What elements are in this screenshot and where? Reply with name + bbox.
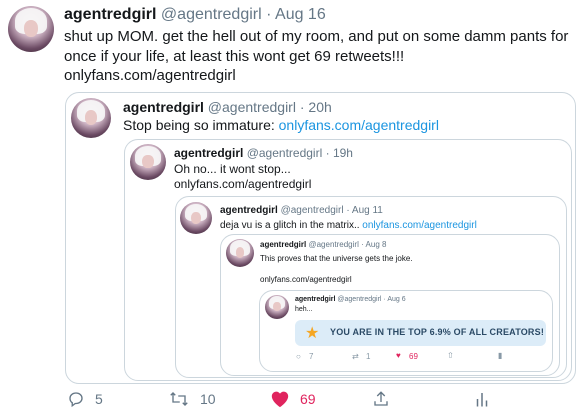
tweet-header: agentredgirl @agentredgirl · Aug 16	[64, 6, 326, 23]
author-handle[interactable]: @agentredgirl	[161, 6, 262, 23]
share-icon	[374, 391, 388, 406]
banner-text: YOU ARE IN THE TOP 6.9% OF ALL CREATORS!	[330, 327, 545, 337]
author-name[interactable]: agentredgirl	[220, 205, 278, 216]
quote4-link[interactable]: onlyfans.com/agentredgirl	[260, 275, 352, 284]
reply-count: 7	[309, 352, 314, 361]
star-icon: ★	[305, 325, 320, 342]
avatar[interactable]	[71, 98, 111, 138]
retweet-count: 10	[200, 391, 216, 407]
avatar[interactable]	[226, 239, 254, 267]
tweet-date[interactable]: Aug 6	[387, 296, 405, 303]
analytics-icon	[476, 393, 488, 407]
reply-count: 5	[95, 391, 103, 407]
avatar[interactable]	[8, 6, 54, 52]
author-handle[interactable]: @agentredgirl	[308, 240, 358, 249]
retweet-icon	[170, 392, 188, 406]
tweet-text: shut up MOM. get the hell out of my room…	[64, 28, 569, 65]
like-button[interactable]: 69	[270, 390, 316, 408]
retweet-count: 1	[366, 352, 371, 361]
author-name[interactable]: agentredgirl	[174, 146, 243, 160]
retweet-button[interactable]: 10	[168, 390, 216, 408]
quote3-text-line: deja vu is a glitch in the matrix.. only…	[220, 220, 477, 231]
reply-icon	[69, 392, 83, 408]
avatar[interactable]	[180, 202, 212, 234]
heart-icon	[271, 391, 289, 408]
quote2-header: agentredgirl @agentredgirl · 19h	[174, 146, 353, 160]
share-icon[interactable]: ⇧	[447, 351, 454, 360]
quote3-header: agentredgirl @agentredgirl · Aug 11	[220, 205, 383, 216]
reply-button[interactable]: 5	[67, 390, 103, 408]
avatar[interactable]	[130, 144, 166, 180]
quote5-header: agentredgirl @agentredgirl · Aug 6	[295, 296, 406, 303]
quote1-text: Stop being so immature:	[123, 117, 275, 133]
author-name[interactable]: agentredgirl	[123, 99, 204, 115]
heart-icon[interactable]: ♥	[396, 351, 401, 360]
quote1-header: agentredgirl @agentredgirl · 20h	[123, 99, 332, 115]
tweet-date[interactable]: 20h	[308, 99, 331, 115]
reply-icon[interactable]: ○	[296, 352, 301, 361]
avatar[interactable]	[265, 295, 289, 319]
quote5-text: heh...	[295, 306, 313, 313]
retweet-icon[interactable]: ⇄	[352, 352, 359, 361]
quote4-header: agentredgirl @agentredgirl · Aug 8	[260, 240, 387, 249]
analytics-button[interactable]	[474, 390, 490, 408]
quote4-text: This proves that the universe gets the j…	[260, 254, 413, 263]
quote1-text-line: Stop being so immature: onlyfans.com/age…	[123, 117, 439, 133]
quote1-link[interactable]: onlyfans.com/agentredgirl	[279, 117, 439, 133]
author-name[interactable]: agentredgirl	[64, 6, 156, 23]
tweet-actions: 5 10 69	[0, 386, 580, 416]
author-handle[interactable]: @agentredgirl	[337, 296, 381, 303]
author-handle[interactable]: @agentredgirl	[281, 205, 344, 216]
quote2-link[interactable]: onlyfans.com/agentredgirl	[174, 177, 311, 191]
like-count: 69	[300, 391, 316, 407]
tweet-date[interactable]: Aug 11	[352, 205, 383, 216]
share-button[interactable]	[372, 390, 390, 408]
tweet-date[interactable]: Aug 8	[366, 240, 387, 249]
quote3-text: deja vu is a glitch in the matrix..	[220, 220, 360, 231]
like-count: 69	[409, 352, 418, 361]
author-handle[interactable]: @agentredgirl	[208, 99, 296, 115]
quote3-link[interactable]: onlyfans.com/agentredgirl	[362, 220, 477, 231]
creator-banner: ★ YOU ARE IN THE TOP 6.9% OF ALL CREATOR…	[295, 320, 546, 346]
quote2-text: Oh no... it wont stop...	[174, 162, 291, 176]
author-name[interactable]: agentredgirl	[295, 296, 335, 303]
author-name[interactable]: agentredgirl	[260, 240, 306, 249]
tweet-link[interactable]: onlyfans.com/agentredgirl	[64, 67, 236, 84]
author-handle[interactable]: @agentredgirl	[247, 146, 323, 160]
analytics-icon[interactable]: ▮	[498, 351, 502, 360]
tweet-date[interactable]: 19h	[333, 146, 353, 160]
tweet-date[interactable]: Aug 16	[275, 6, 326, 23]
